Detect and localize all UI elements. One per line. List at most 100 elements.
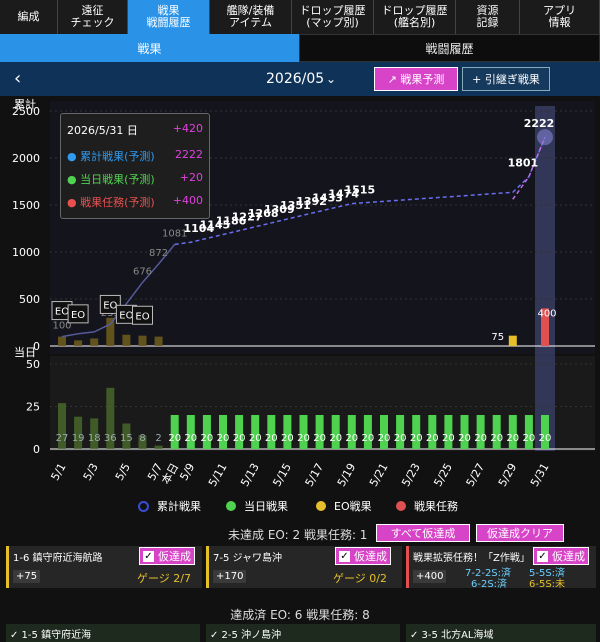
completed-item[interactable]: ✓ 3-5 北方AL海域 — [406, 624, 596, 642]
nav-senka[interactable]: 戦果 戦闘履歴 — [128, 0, 210, 34]
check-label: 仮達成 — [158, 550, 191, 563]
nav-drop-ship[interactable]: ドロップ履歴 (艦名別) — [374, 0, 456, 34]
eo-marker-label: EO — [103, 300, 117, 311]
daily-bar-label: 20 — [184, 433, 197, 444]
x-tick-label: 5/3 — [81, 461, 101, 483]
eo-bar — [122, 334, 131, 346]
eo-bar — [58, 336, 66, 346]
task-value-label: 75 — [491, 332, 504, 343]
tooltip-date-row: 2026/5/31 日 +420 — [67, 122, 203, 138]
legend-daily[interactable]: 当日戦果 — [226, 498, 288, 514]
incomplete-status-row: 未達成 EO: 2 戦果任務: 1 すべて仮達成 仮達成クリア — [0, 522, 600, 542]
card-title: 7-5 ジャワ島沖 — [213, 553, 283, 564]
nav-fleet[interactable]: 編成 — [0, 0, 58, 34]
daily-bar-label: 20 — [523, 433, 536, 444]
card-title: 戦果拡張任務！「Z作戦」 — [413, 553, 530, 564]
month-toolbar: ‹ 2026/05 ⌄ ↗ 戦果予測 + 引継ぎ戦果 — [0, 62, 600, 96]
legend-task[interactable]: 戦果任務 — [396, 498, 458, 514]
daily-bar-label: 20 — [217, 433, 230, 444]
daily-bar-label: 36 — [104, 433, 117, 444]
task-card-z: 戦果拡張任務！「Z作戦」 ✓ 仮達成 +400 7-2-2S:済 5-5S:済 6… — [406, 546, 596, 590]
x-tick-label: 5/5 — [113, 461, 133, 483]
eo-marker-label: EO — [71, 310, 85, 321]
legend-task-dot — [396, 501, 406, 511]
top-ytick-label: 2000 — [12, 152, 40, 165]
nav-equipment[interactable]: 艦隊/装備 アイテム — [210, 0, 292, 34]
provisional-check-button[interactable]: ✓ 仮達成 — [533, 547, 589, 565]
eo-bar — [154, 336, 163, 346]
eo-marker-label: EO — [135, 311, 149, 322]
cumulative-forecast-label: 1801 — [508, 157, 539, 170]
tooltip-daily-label: ● 当日戦果(予測) — [67, 173, 155, 186]
daily-bar-label: 20 — [265, 433, 278, 444]
daily-bar-label: 20 — [329, 433, 342, 444]
clear-provisional-button[interactable]: 仮達成クリア — [476, 524, 564, 542]
daily-bar-label: 20 — [506, 433, 519, 444]
x-tick-label: 5/27 — [464, 461, 488, 489]
tooltip-row-task: ● 戦果任務(予測) +400 — [67, 194, 203, 210]
bottom-ytick-label: 25 — [26, 401, 40, 414]
daily-bar-label: 20 — [410, 433, 423, 444]
nav-expedition[interactable]: 遠征 チェック — [58, 0, 128, 34]
daily-bar-label: 19 — [72, 433, 85, 444]
legend-eo-label: EO戦果 — [334, 500, 372, 513]
provisional-check-button[interactable]: ✓ 仮達成 — [335, 547, 391, 565]
daily-bar-label: 20 — [458, 433, 471, 444]
top-ytick-label: 1500 — [12, 199, 40, 212]
month-label[interactable]: 2026/05 — [266, 71, 324, 87]
completed-item[interactable]: ✓ 1-5 鎮守府近海 — [6, 624, 200, 642]
forecast-button[interactable]: ↗ 戦果予測 — [374, 67, 458, 91]
tooltip-date: 2026/5/31 日 — [67, 124, 138, 137]
completed-item[interactable]: ✓ 2-5 沖ノ島沖 — [206, 624, 400, 642]
bottom-ytick-label: 50 — [26, 358, 40, 371]
all-provisional-button[interactable]: すべて仮達成 — [376, 524, 470, 542]
daily-bar-label: 20 — [201, 433, 214, 444]
completed-status-text: 達成済 EO: 6 戦果任務: 8 — [230, 608, 370, 622]
card-gauge: ゲージ 0/2 — [333, 572, 387, 585]
daily-bar-label: 20 — [378, 433, 391, 444]
x-tick-label: 5/21 — [367, 461, 391, 489]
eo-bar — [508, 335, 517, 346]
eo-bar — [106, 317, 115, 346]
nav-app-info[interactable]: アプリ 情報 — [520, 0, 600, 34]
eo-bar — [74, 340, 83, 346]
daily-bar-label: 15 — [120, 433, 133, 444]
x-tick-label: 5/29 — [496, 461, 520, 489]
tab-battle-history[interactable]: 戦闘履歴 — [299, 34, 600, 62]
x-tick-label: 5/17 — [303, 461, 327, 489]
incomplete-status-text: 未達成 EO: 2 戦果任務: 1 — [228, 528, 368, 542]
daily-bar-label: 8 — [139, 433, 145, 444]
nav-drop-map[interactable]: ドロップ履歴 (マップ別) — [292, 0, 374, 34]
legend-eo[interactable]: EO戦果 — [316, 498, 372, 514]
x-tick-label: 5/9 — [177, 461, 197, 483]
nav-resources[interactable]: 資源 記録 — [456, 0, 520, 34]
bottom-ytick-label: 0 — [33, 443, 40, 456]
card-title: 1-6 鎮守府近海航路 — [13, 553, 103, 564]
tab-senka[interactable]: 戦果 — [0, 34, 299, 62]
daily-bar-label: 2 — [155, 433, 161, 444]
x-tick-label: 5/13 — [238, 461, 262, 489]
carryover-button[interactable]: + 引継ぎ戦果 — [462, 67, 550, 91]
tooltip-date-value: +420 — [172, 122, 203, 135]
cumulative-actual-label: 676 — [133, 266, 152, 277]
legend-daily-label: 当日戦果 — [244, 500, 288, 513]
check-label: 仮達成 — [354, 550, 387, 563]
tooltip-task-label: ● 戦果任務(予測) — [67, 196, 155, 209]
tooltip-task-value: +400 — [172, 194, 203, 207]
card-amount: +170 — [213, 570, 247, 583]
check-icon: ✓ — [143, 550, 154, 562]
daily-bar-label: 20 — [233, 433, 246, 444]
daily-bar-label: 20 — [281, 433, 294, 444]
daily-bar-label: 20 — [345, 433, 358, 444]
daily-bar-label: 20 — [442, 433, 455, 444]
provisional-check-button[interactable]: ✓ 仮達成 — [139, 547, 195, 565]
req-6-2: 6-2S:済 — [471, 579, 508, 590]
back-chevron-icon[interactable]: ‹ — [14, 68, 21, 89]
chevron-down-icon[interactable]: ⌄ — [326, 72, 336, 86]
legend-cumulative[interactable]: 累計戦果 — [138, 498, 201, 514]
eo-marker-label: EO — [55, 307, 69, 318]
cumulative-forecast-label: 2222 — [524, 117, 555, 130]
eo-bar — [138, 335, 147, 346]
card-gauge: ゲージ 2/7 — [137, 572, 191, 585]
eo-bar — [90, 338, 99, 346]
